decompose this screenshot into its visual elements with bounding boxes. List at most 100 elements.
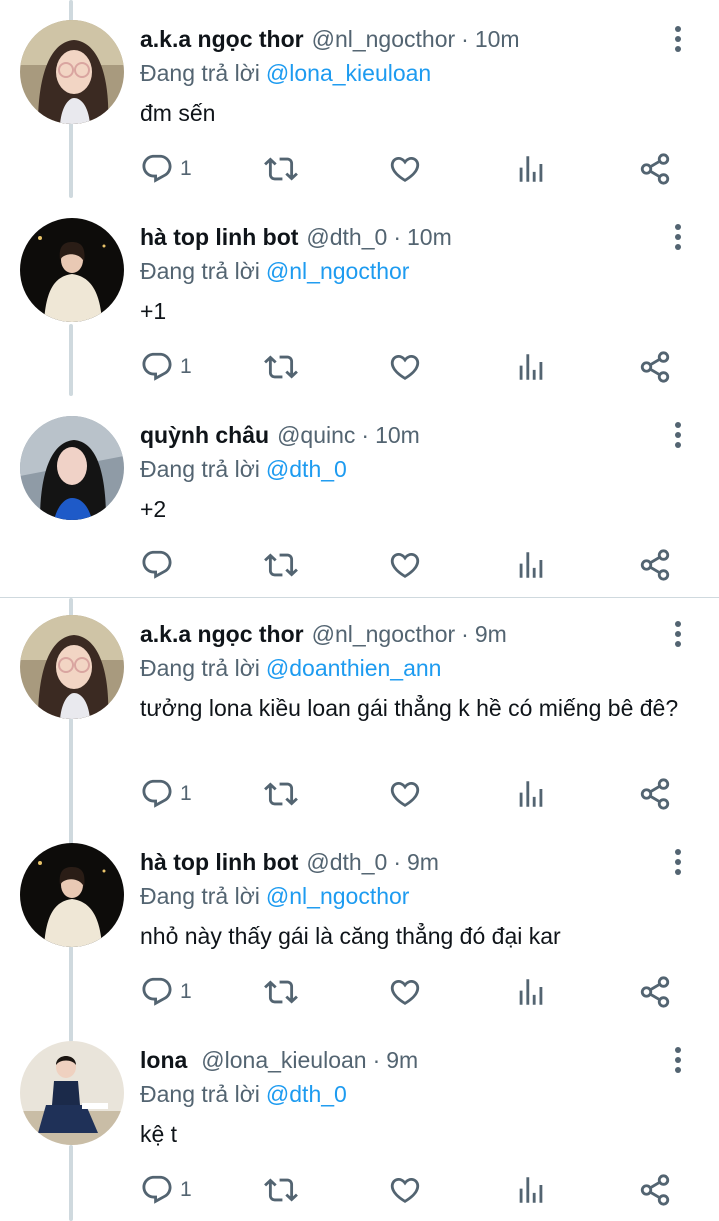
- more-icon[interactable]: [664, 25, 692, 53]
- like-icon: [388, 152, 422, 186]
- retweet-button[interactable]: [264, 152, 298, 186]
- display-name[interactable]: quỳnh châu: [140, 420, 269, 450]
- tweet-header: hà top linh bot @dth_0 · 10m: [140, 222, 452, 252]
- share-button[interactable]: [638, 548, 672, 582]
- timestamp[interactable]: 9m: [407, 847, 439, 877]
- more-icon[interactable]: [664, 1046, 692, 1074]
- avatar[interactable]: [20, 615, 124, 719]
- avatar[interactable]: [20, 843, 124, 947]
- replying-to: Đang trả lời @nl_ngocthor: [140, 255, 409, 287]
- reply-mention-link[interactable]: @nl_ngocthor: [266, 258, 410, 284]
- display-name[interactable]: a.k.a ngọc thor: [140, 619, 304, 649]
- tweet-text: đm sến: [140, 100, 216, 126]
- views-button[interactable]: [514, 975, 548, 1009]
- like-button[interactable]: [388, 152, 422, 186]
- more-icon[interactable]: [664, 421, 692, 449]
- tweet-header: a.k.a ngọc thor @nl_ngocthor · 9m: [140, 619, 507, 649]
- like-icon: [388, 548, 422, 582]
- views-button[interactable]: [514, 548, 548, 582]
- retweet-button[interactable]: [264, 548, 298, 582]
- display-name[interactable]: lona: [140, 1045, 187, 1075]
- display-name[interactable]: a.k.a ngọc thor: [140, 24, 304, 54]
- retweet-button[interactable]: [264, 350, 298, 384]
- tweet[interactable]: hà top linh bot @dth_0 · 10m Đang trả lờ…: [0, 198, 719, 396]
- reply-count: 1: [180, 157, 192, 180]
- like-icon: [388, 777, 422, 811]
- views-button[interactable]: [514, 1173, 548, 1207]
- share-button[interactable]: [638, 1173, 672, 1207]
- share-icon: [638, 350, 672, 384]
- avatar[interactable]: [20, 416, 124, 520]
- reply-count: 1: [180, 355, 192, 378]
- reply-count: 1: [180, 1178, 192, 1201]
- user-handle[interactable]: @dth_0: [306, 222, 387, 252]
- user-handle[interactable]: @nl_ngocthor: [312, 619, 456, 649]
- like-button[interactable]: [388, 350, 422, 384]
- user-handle[interactable]: @quinc: [277, 420, 355, 450]
- user-handle[interactable]: @lona_kieuloan: [201, 1045, 366, 1075]
- tweet-text: nhỏ này thấy gái là căng thẳng đó đại ka…: [140, 923, 561, 949]
- retweet-icon: [264, 975, 298, 1009]
- tweet-actions: 1: [140, 152, 680, 186]
- avatar[interactable]: [20, 1041, 124, 1145]
- retweet-button[interactable]: [264, 777, 298, 811]
- tweet[interactable]: a.k.a ngọc thor @nl_ngocthor · 10m Đang …: [0, 0, 719, 198]
- tweet-actions: 1: [140, 975, 680, 1009]
- share-icon: [638, 777, 672, 811]
- tweet-header: lona @lona_kieuloan · 9m: [140, 1045, 418, 1075]
- avatar[interactable]: [20, 20, 124, 124]
- views-icon: [514, 975, 548, 1009]
- more-icon[interactable]: [664, 848, 692, 876]
- more-icon[interactable]: [664, 223, 692, 251]
- share-icon: [638, 975, 672, 1009]
- share-button[interactable]: [638, 350, 672, 384]
- reply-button[interactable]: 1: [140, 152, 192, 186]
- tweet[interactable]: quỳnh châu @quinc · 10m Đang trả lời @dth…: [0, 396, 719, 594]
- like-button[interactable]: [388, 777, 422, 811]
- user-handle[interactable]: @nl_ngocthor: [312, 24, 456, 54]
- reply-mention-link[interactable]: @doanthien_ann: [266, 655, 442, 681]
- avatar[interactable]: [20, 218, 124, 322]
- replying-prefix: Đang trả lời: [140, 1081, 260, 1107]
- like-button[interactable]: [388, 548, 422, 582]
- share-icon: [638, 152, 672, 186]
- timestamp[interactable]: 9m: [386, 1045, 418, 1075]
- views-button[interactable]: [514, 777, 548, 811]
- separator-dot: ·: [393, 849, 401, 875]
- more-icon[interactable]: [664, 620, 692, 648]
- reply-mention-link[interactable]: @dth_0: [266, 456, 347, 482]
- share-button[interactable]: [638, 777, 672, 811]
- reply-button[interactable]: 1: [140, 777, 192, 811]
- tweet-text: +1: [140, 298, 167, 324]
- tweet[interactable]: hà top linh bot @dth_0 · 9m Đang trả lời…: [0, 823, 719, 1021]
- like-button[interactable]: [388, 1173, 422, 1207]
- timestamp[interactable]: 9m: [475, 619, 507, 649]
- reply-button[interactable]: 1: [140, 350, 192, 384]
- views-icon: [514, 152, 548, 186]
- retweet-button[interactable]: [264, 975, 298, 1009]
- tweet[interactable]: a.k.a ngọc thor @nl_ngocthor · 9m Đang t…: [0, 595, 719, 823]
- timestamp[interactable]: 10m: [407, 222, 452, 252]
- views-button[interactable]: [514, 152, 548, 186]
- retweet-icon: [264, 350, 298, 384]
- timestamp[interactable]: 10m: [375, 420, 420, 450]
- reply-button[interactable]: [140, 548, 174, 582]
- reply-mention-link[interactable]: @lona_kieuloan: [266, 60, 431, 86]
- retweet-icon: [264, 1173, 298, 1207]
- tweet[interactable]: lona @lona_kieuloan · 9m Đang trả lời @dt…: [0, 1021, 719, 1221]
- share-button[interactable]: [638, 152, 672, 186]
- retweet-button[interactable]: [264, 1173, 298, 1207]
- tweet-header: quỳnh châu @quinc · 10m: [140, 420, 420, 450]
- reply-mention-link[interactable]: @nl_ngocthor: [266, 883, 410, 909]
- user-handle[interactable]: @dth_0: [306, 847, 387, 877]
- like-button[interactable]: [388, 975, 422, 1009]
- reply-button[interactable]: 1: [140, 975, 192, 1009]
- replying-to: Đang trả lời @dth_0: [140, 1078, 347, 1110]
- reply-mention-link[interactable]: @dth_0: [266, 1081, 347, 1107]
- display-name[interactable]: hà top linh bot: [140, 847, 298, 877]
- views-button[interactable]: [514, 350, 548, 384]
- share-button[interactable]: [638, 975, 672, 1009]
- reply-button[interactable]: 1: [140, 1173, 192, 1207]
- timestamp[interactable]: 10m: [475, 24, 520, 54]
- display-name[interactable]: hà top linh bot: [140, 222, 298, 252]
